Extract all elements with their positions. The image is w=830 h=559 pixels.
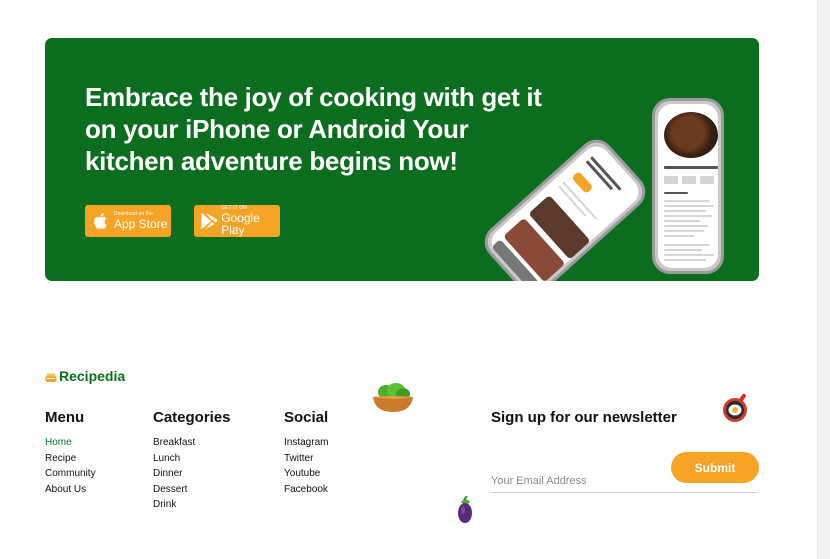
social-heading: Social bbox=[284, 409, 329, 426]
category-link-breakfast[interactable]: Breakfast bbox=[153, 435, 231, 451]
recipedia-logo-icon bbox=[45, 370, 57, 382]
menu-link-recipe[interactable]: Recipe bbox=[45, 451, 96, 467]
app-download-banner: Embrace the joy of cooking with get it o… bbox=[45, 38, 759, 281]
footer-menu-column: Menu Home Recipe Community About Us bbox=[45, 409, 96, 497]
phone-mockups-image bbox=[477, 96, 741, 281]
footer-categories-column: Categories Breakfast Lunch Dinner Desser… bbox=[153, 409, 231, 513]
page: Embrace the joy of cooking with get it o… bbox=[0, 0, 830, 559]
apple-icon bbox=[92, 212, 110, 230]
brand-name: Recipedia bbox=[59, 368, 126, 384]
app-store-button[interactable]: Download on the App Store bbox=[85, 205, 171, 237]
social-link-twitter[interactable]: Twitter bbox=[284, 451, 328, 467]
google-play-label: Google Play bbox=[221, 211, 260, 237]
google-play-button[interactable]: GET IT ON Google Play bbox=[194, 205, 280, 237]
category-link-lunch[interactable]: Lunch bbox=[153, 451, 231, 467]
footer-logo[interactable]: Recipedia bbox=[45, 368, 125, 384]
fried-egg-pan-icon bbox=[719, 392, 755, 429]
menu-link-about-us[interactable]: About Us bbox=[45, 482, 96, 498]
email-input[interactable] bbox=[491, 471, 667, 491]
category-link-dessert[interactable]: Dessert bbox=[153, 482, 231, 498]
menu-link-community[interactable]: Community bbox=[45, 466, 96, 482]
social-link-youtube[interactable]: Youtube bbox=[284, 466, 328, 482]
newsletter-title: Sign up for our newsletter bbox=[491, 409, 677, 426]
social-link-instagram[interactable]: Instagram bbox=[284, 435, 328, 451]
menu-heading: Menu bbox=[45, 409, 85, 426]
salad-bowl-icon bbox=[372, 382, 414, 419]
phone-mockup-back bbox=[477, 132, 653, 281]
menu-link-home[interactable]: Home bbox=[45, 435, 96, 451]
category-link-drink[interactable]: Drink bbox=[153, 497, 231, 513]
vertical-scrollbar[interactable] bbox=[817, 0, 830, 559]
app-store-label: App Store bbox=[114, 217, 168, 231]
phone-mockup-front bbox=[652, 98, 724, 274]
footer-social-column: Social Instagram Twitter Youtube Faceboo… bbox=[284, 409, 328, 497]
submit-button[interactable]: Submit bbox=[671, 452, 759, 483]
category-link-dinner[interactable]: Dinner bbox=[153, 466, 231, 482]
banner-title: Embrace the joy of cooking with get it o… bbox=[85, 82, 542, 176]
social-link-facebook[interactable]: Facebook bbox=[284, 482, 328, 498]
google-play-icon bbox=[201, 212, 218, 230]
categories-heading: Categories bbox=[153, 409, 231, 426]
eggplant-icon bbox=[455, 494, 475, 531]
